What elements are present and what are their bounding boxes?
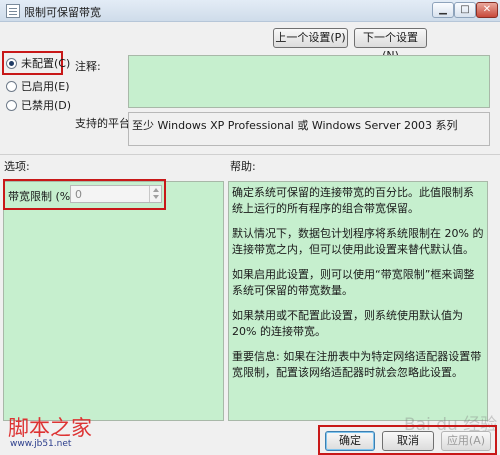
help-label: 帮助: — [230, 160, 256, 173]
bandwidth-limit-value: 0 — [75, 188, 82, 201]
radio-label: 未配置(C) — [21, 57, 71, 70]
bandwidth-limit-label: 带宽限制 (%): — [8, 190, 79, 203]
close-button[interactable]: ✕ — [476, 2, 498, 18]
apply-button[interactable]: 应用(A) — [441, 431, 491, 451]
comment-textarea[interactable] — [128, 55, 490, 108]
radio-label: 已启用(E) — [21, 80, 70, 93]
radio-enabled[interactable]: 已启用(E) — [6, 78, 70, 94]
next-setting-button[interactable]: 下一个设置(N) — [354, 28, 427, 62]
radio-disabled[interactable]: 已禁用(D) — [6, 97, 71, 113]
cancel-button[interactable]: 取消 — [382, 431, 434, 451]
help-paragraph: 如果禁用或不配置此设置，则系统使用默认值为 20% 的连接带宽。 — [232, 309, 463, 338]
platform-label: 支持的平台: — [75, 117, 134, 130]
site-url-watermark: www.jb51.net — [10, 439, 72, 449]
radio-selected-icon — [6, 57, 17, 69]
help-paragraph: 确定系统可保留的连接带宽的百分比。此值限制系统上运行的所有程序的组合带宽保留。 — [232, 186, 474, 215]
spin-down-icon[interactable] — [153, 195, 159, 199]
help-paragraph: 默认情况下，数据包计划程序将系统限制在 20% 的连接带宽之内，但可以使用此设置… — [232, 227, 484, 256]
radio-label: 已禁用(D) — [21, 99, 72, 112]
site-watermark: 脚本之家 — [8, 416, 92, 440]
platform-value: 至少 Windows XP Professional 或 Windows Ser… — [128, 112, 490, 146]
radio-icon — [6, 80, 17, 92]
comment-label: 注释: — [75, 60, 101, 73]
window-title: 限制可保留带宽 — [24, 6, 101, 19]
minimize-button[interactable]: ▁ — [432, 2, 454, 18]
radio-not-configured[interactable]: 未配置(C) — [6, 55, 70, 71]
title-bar: 限制可保留带宽 ▁ □ ✕ — [0, 0, 500, 22]
options-label: 选项: — [4, 160, 30, 173]
divider — [0, 154, 500, 155]
options-panel — [3, 181, 224, 421]
help-paragraph: 重要信息: 如果在注册表中为特定网络适配器设置带宽限制，配置该网络适配器时就会忽… — [232, 350, 482, 379]
help-paragraph: 如果启用此设置，则可以使用“带宽限制”框来调整系统可保留的带宽数量。 — [232, 268, 475, 297]
bandwidth-limit-spinner[interactable]: 0 — [70, 185, 162, 203]
policy-document-icon — [6, 4, 20, 18]
spin-up-icon[interactable] — [153, 188, 159, 192]
previous-setting-button[interactable]: 上一个设置(P) — [273, 28, 348, 48]
ok-button[interactable]: 确定 — [325, 431, 375, 451]
spinner-buttons[interactable] — [149, 186, 161, 202]
help-panel: 确定系统可保留的连接带宽的百分比。此值限制系统上运行的所有程序的组合带宽保留。 … — [228, 181, 488, 421]
radio-icon — [6, 99, 17, 111]
maximize-button[interactable]: □ — [454, 2, 476, 18]
